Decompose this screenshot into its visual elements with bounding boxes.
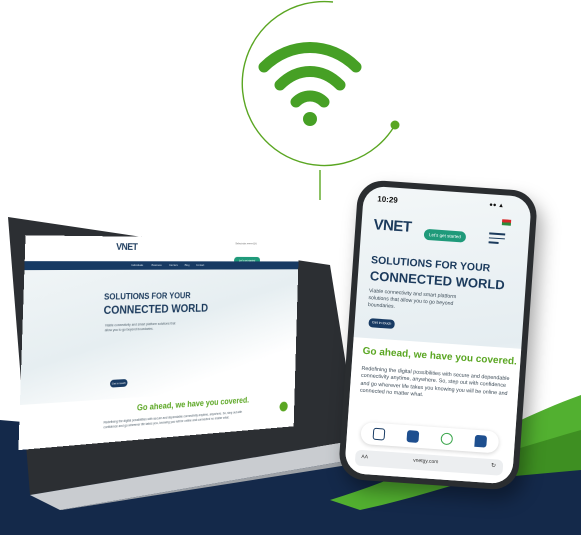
phone-hero-text: Viable connectivity and smart platform s… xyxy=(367,288,457,310)
chat-icon[interactable] xyxy=(474,434,488,448)
laptop-site-nav: Individuals Business Carriers Blog Conta… xyxy=(24,261,299,271)
nav-item-individuals[interactable]: Individuals xyxy=(131,263,143,267)
url-text: vnetgy.com xyxy=(412,457,439,466)
facebook-icon[interactable] xyxy=(406,430,420,443)
phone-website-screen: 10:29 ●● ▲ VNET Let's get started SOLUTI… xyxy=(344,185,532,485)
phone-status-icons: ●● ▲ xyxy=(488,202,505,210)
phone-status-time: 10:29 xyxy=(377,194,399,205)
laptop-site-logo[interactable]: VNET xyxy=(116,242,138,253)
laptop-site-topinfo: Select site: ● ● ● EN xyxy=(235,241,257,246)
phone-site-logo[interactable]: VNET xyxy=(373,216,412,236)
reload-icon[interactable]: ↻ xyxy=(491,462,497,469)
whatsapp-icon[interactable] xyxy=(440,432,454,446)
hamburger-menu-icon[interactable] xyxy=(488,232,506,245)
laptop-hero-text: Viable connectivity and smart platform s… xyxy=(104,321,176,333)
laptop-website-screen: VNET Select site: ● ● ● EN Let's get sta… xyxy=(18,235,300,451)
language-flag-icon[interactable] xyxy=(501,219,512,226)
wifi-icon xyxy=(258,42,362,126)
nav-item-carriers[interactable]: Carriers xyxy=(169,263,178,267)
phone-mockup: 10:29 ●● ▲ VNET Let's get started SOLUTI… xyxy=(337,179,539,491)
nav-item-contact[interactable]: Contact xyxy=(196,263,204,267)
phone-get-in-touch-button[interactable]: Get in touch xyxy=(368,318,395,329)
laptop-get-in-touch-button[interactable]: Get in touch xyxy=(109,378,128,388)
laptop-hero-title-line2: CONNECTED WORLD xyxy=(103,301,209,317)
nav-item-business[interactable]: Business xyxy=(152,263,162,267)
nav-item-blog[interactable]: Blog xyxy=(185,263,190,267)
instagram-icon[interactable] xyxy=(372,427,386,441)
laptop-hero-title-line1: SOLUTIONS FOR YOUR xyxy=(103,290,191,302)
phone-get-started-button[interactable]: Let's get started xyxy=(423,228,467,243)
reader-mode-button[interactable]: AA xyxy=(361,454,368,460)
